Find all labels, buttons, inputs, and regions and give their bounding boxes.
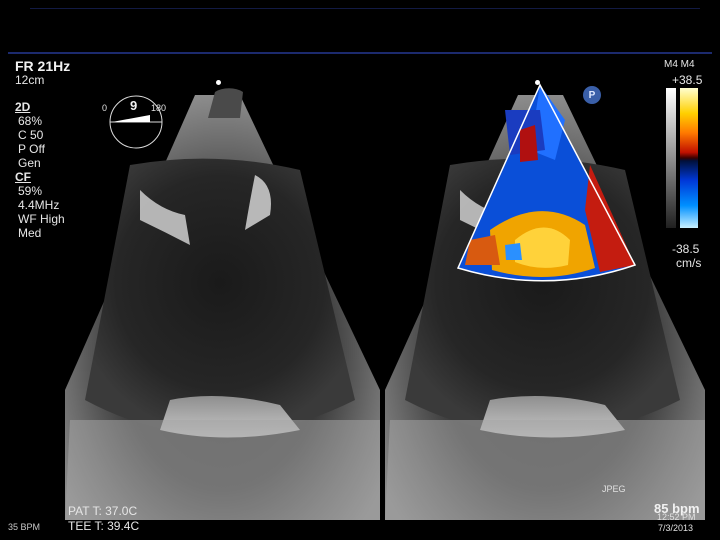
date: 7/3/2013 (658, 523, 694, 533)
mode-2d: 2D (15, 100, 31, 114)
tee-temperature: TEE T: 39.4C (68, 519, 140, 533)
cf-setting: Med (18, 226, 42, 240)
velocity-color-bar (680, 88, 698, 228)
frame-rate: FR 21Hz (15, 58, 71, 74)
left-bpm: 35 BPM (8, 522, 41, 532)
p-badge: P (583, 86, 601, 104)
mode-cf: CF (15, 170, 31, 184)
wall-filter: WF High (18, 212, 65, 226)
probe-marker-left (216, 80, 221, 85)
patient-temperature: PAT T: 37.0C (68, 504, 138, 518)
grayscale-bar (666, 88, 676, 228)
gain-cf: 59% (18, 184, 43, 198)
angle-min: 0 (102, 103, 108, 113)
time: 12:52 PM (657, 512, 696, 522)
depth: 12cm (15, 73, 45, 87)
jpeg-label: JPEG (602, 484, 626, 494)
velocity-unit: cm/s (676, 256, 702, 270)
left-sector (65, 88, 380, 520)
velocity-min: -38.5 (672, 242, 700, 256)
header-rule-thin (30, 8, 700, 9)
header-rule (8, 52, 712, 54)
echo-image (65, 83, 705, 520)
probe-label: M4 M4 (664, 59, 695, 70)
persistence: P Off (18, 142, 45, 156)
probe-marker-right (535, 80, 540, 85)
freq-mode: Gen (18, 156, 41, 170)
velocity-max: +38.5 (672, 73, 703, 87)
compress: C 50 (18, 128, 44, 142)
angle-max: 180 (151, 103, 167, 113)
cf-frequency: 4.4MHz (18, 198, 60, 212)
gain-2d: 68% (18, 114, 43, 128)
angle-value: 9 (130, 98, 138, 113)
